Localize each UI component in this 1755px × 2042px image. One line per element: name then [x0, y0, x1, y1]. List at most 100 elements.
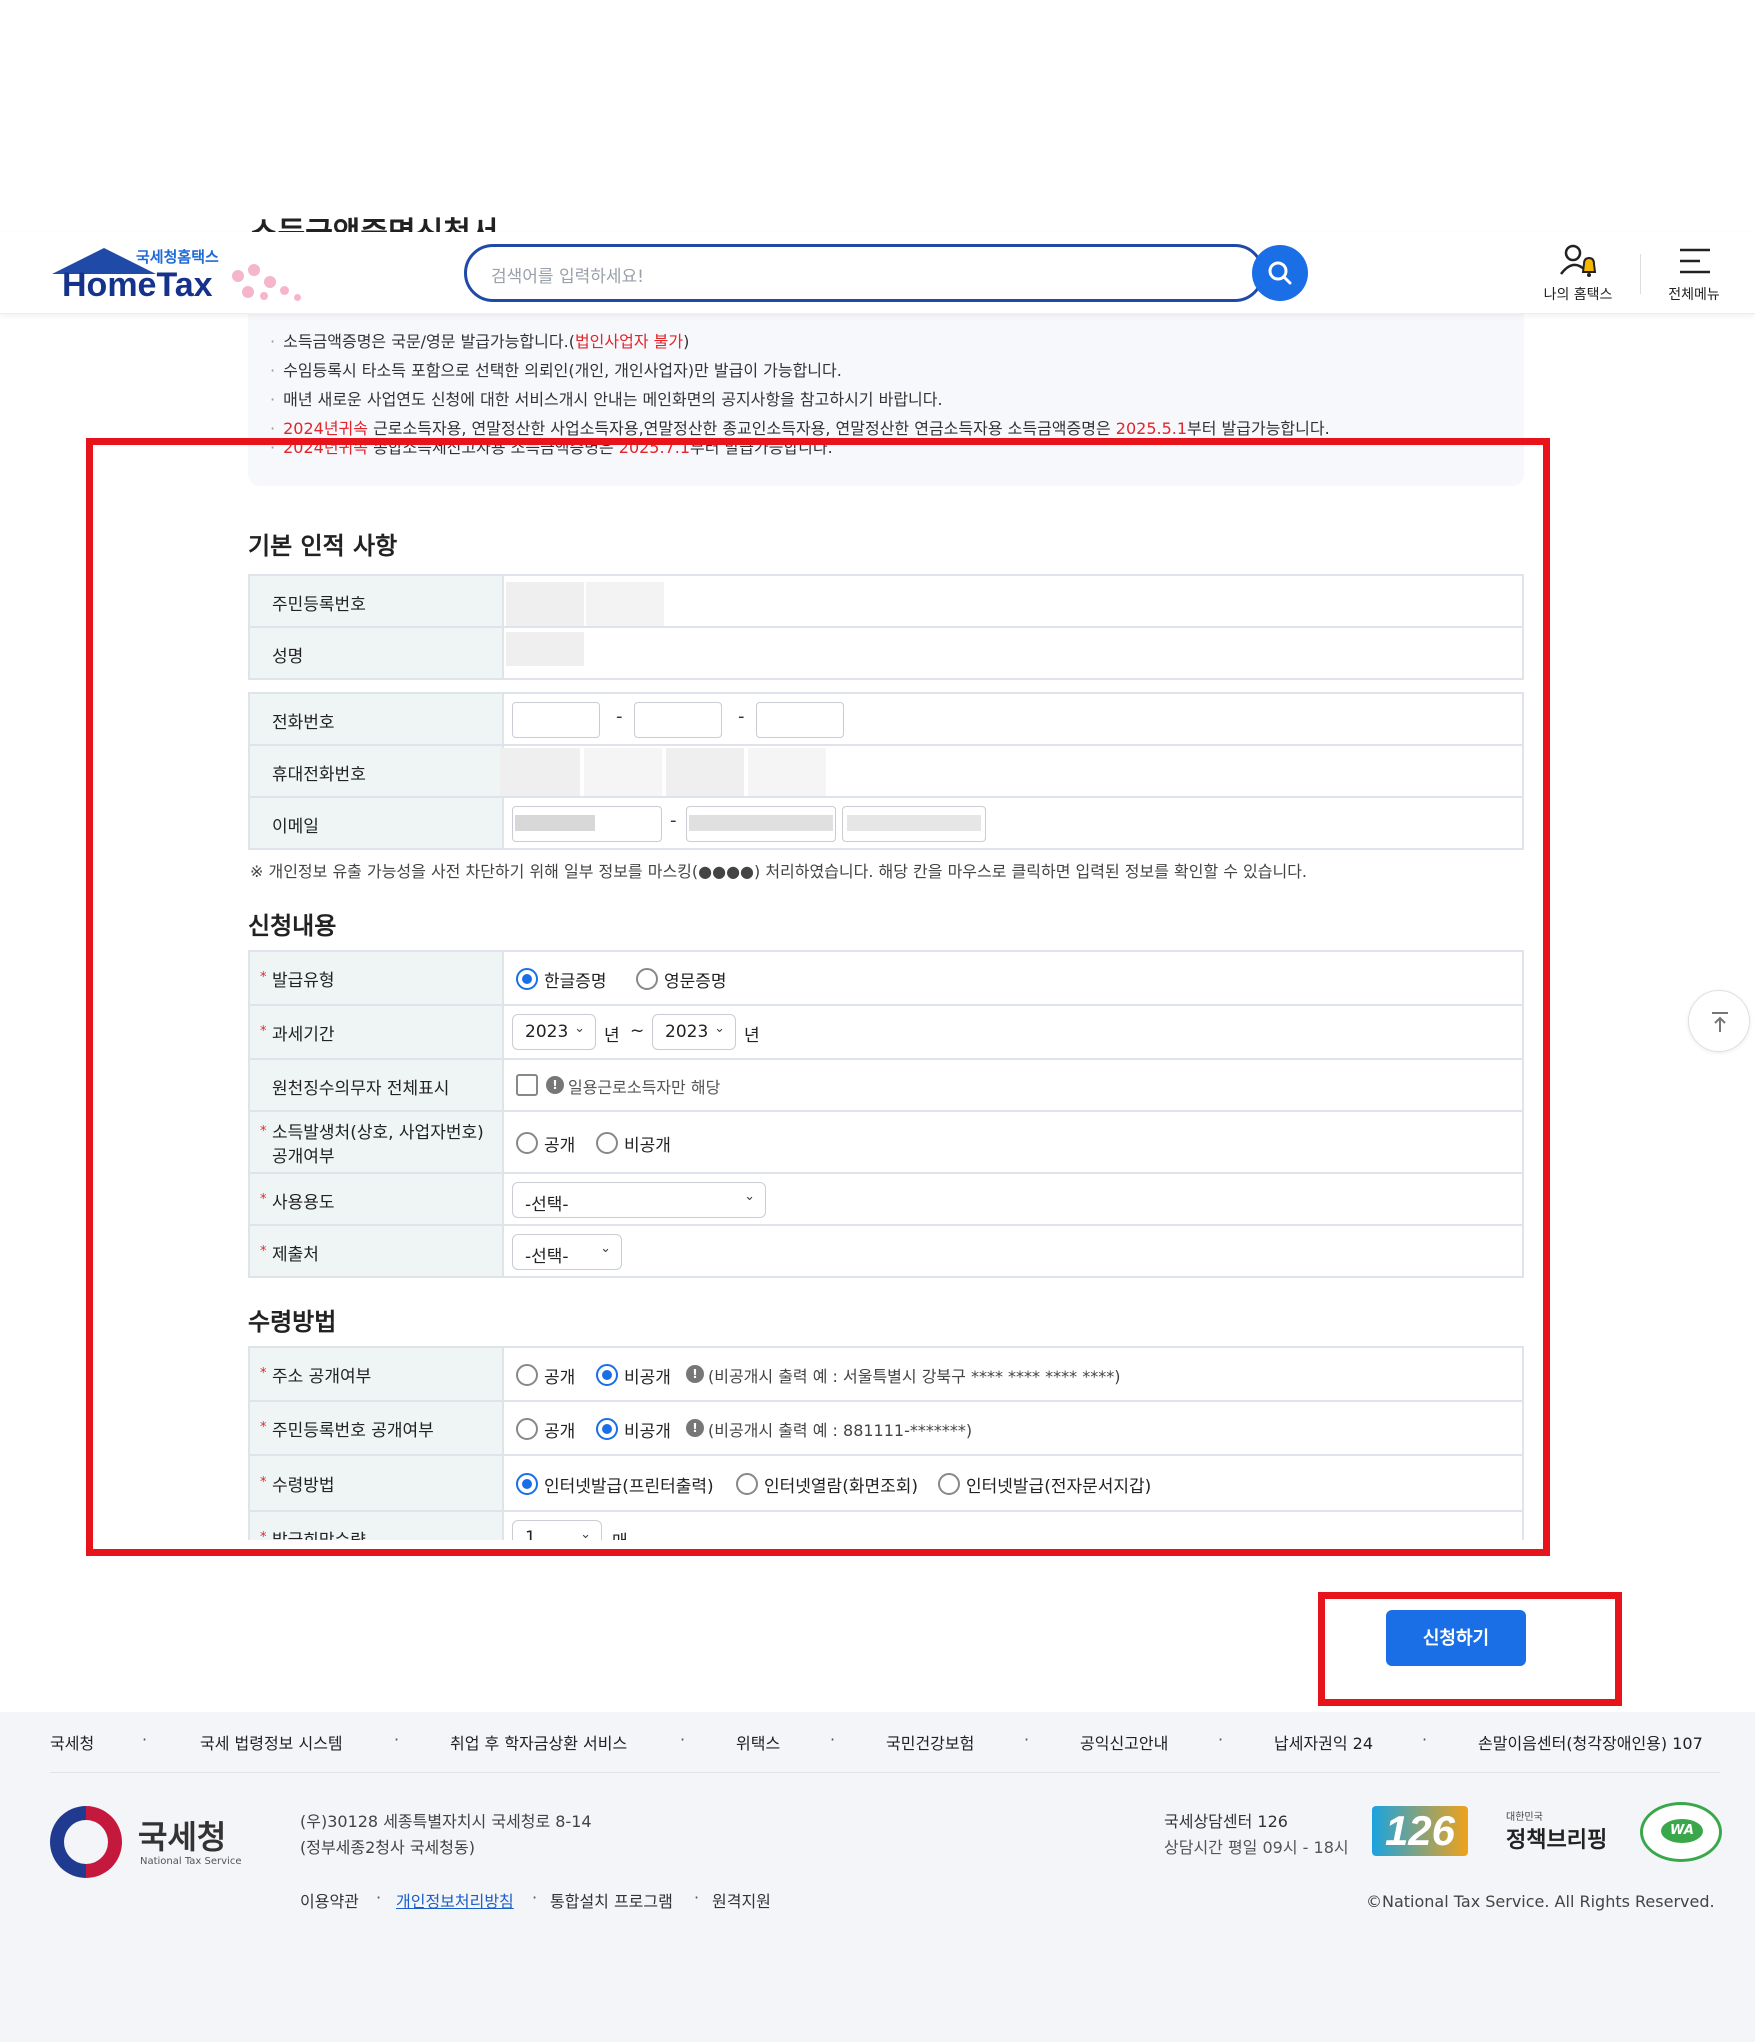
search-input[interactable]: 검색어를 입력하세요! — [464, 244, 1264, 302]
required-mark: * — [260, 1530, 267, 1540]
footer-link[interactable]: 공익신고안내 — [1080, 1730, 1168, 1754]
apply-content-table: * 발급유형 한글증명 영문증명 * 과세기간 2023 ⌄ 년 ~ 2023 ⌄ 년 … — [248, 950, 1524, 1278]
table-row: * 사용용도 -선택- ⌄ — [248, 1174, 1524, 1226]
policy-briefing-logo[interactable]: 대한민국 정책브리핑 — [1504, 1808, 1614, 1858]
rrn-masked-value — [506, 582, 584, 626]
submit-to-select[interactable]: -선택- ⌄ — [512, 1234, 622, 1270]
notice-line: · 소득금액증명은 국문/영문 발급가능합니다.(법인사업자 불가) — [270, 332, 690, 351]
usage-select[interactable]: -선택- ⌄ — [512, 1182, 766, 1218]
receive-method-table: * 주소 공개여부 공개 비공개 ! (비공개시 출력 예 : 서울특별시 강북구… — [248, 1346, 1524, 1540]
remote-support-link[interactable]: 원격지원 — [712, 1888, 771, 1912]
notice-line: · 수임등록시 타소득 포함으로 선택한 의뢰인(개인, 개인사업자)만 발급이 … — [270, 361, 842, 380]
footer-divider — [50, 1772, 1720, 1773]
private-label: 비공개 — [624, 1136, 671, 1156]
table-row: 전화번호 - - — [248, 694, 1524, 746]
mobile-masked-field[interactable] — [500, 748, 580, 796]
blank-area — [0, 0, 1755, 232]
radio-internet-print[interactable] — [516, 1473, 538, 1495]
phone-dash: - — [738, 706, 745, 727]
table-row: 이메일 - — [248, 798, 1524, 850]
radio-address-public[interactable] — [516, 1364, 538, 1386]
mobile-masked-field[interactable] — [748, 748, 826, 796]
year-unit: 년 — [604, 1026, 620, 1046]
email-domain-field[interactable] — [686, 806, 836, 842]
required-mark: * — [260, 1420, 267, 1435]
badge-126-logo[interactable]: 126 — [1372, 1806, 1468, 1856]
radio-internet-view[interactable] — [736, 1473, 758, 1495]
korean-label: 한글증명 — [544, 972, 607, 992]
apply-content-title: 신청내용 — [248, 912, 337, 940]
radio-rrn-private[interactable] — [596, 1418, 618, 1440]
phone-field-2[interactable] — [634, 702, 722, 738]
privacy-policy-link[interactable]: 개인정보처리방침 — [396, 1888, 514, 1912]
nts-name: 국세청 — [138, 1818, 227, 1856]
mobile-label: 휴대전화번호 — [272, 765, 366, 785]
required-mark: * — [260, 1024, 267, 1039]
footer-link[interactable]: 위택스 — [736, 1730, 780, 1754]
radio-source-public[interactable] — [516, 1132, 538, 1154]
copies-label: 발급희망수량 — [272, 1526, 366, 1540]
receive-method-title: 수령방법 — [248, 1308, 337, 1336]
rrn-public-label: 주민등록번호 공개여부 — [272, 1421, 434, 1441]
footer-link[interactable]: 국세 법령정보 시스템 — [200, 1730, 343, 1754]
footer-link[interactable]: 손말이음센터(청각장애인용) 107 — [1478, 1730, 1703, 1754]
address-public-label: 주소 공개여부 — [272, 1367, 372, 1387]
email-label: 이메일 — [272, 817, 319, 837]
my-hometax-button[interactable]: 나의 홈택스 — [1532, 242, 1624, 306]
radio-english[interactable] — [636, 968, 658, 990]
scroll-to-top-button[interactable] — [1688, 990, 1750, 1052]
public-label: 공개 — [544, 1136, 576, 1156]
footer-link[interactable]: 국민건강보험 — [886, 1730, 974, 1754]
footer-link[interactable]: 취업 후 학자금상환 서비스 — [450, 1730, 627, 1754]
phone-label: 전화번호 — [272, 713, 335, 733]
email-domain-select[interactable] — [842, 806, 986, 842]
notice-box: · 소득금액증명은 국문/영문 발급가능합니다.(법인사업자 불가) · 수임등록시… — [248, 314, 1524, 486]
table-row: 휴대전화번호 — [248, 746, 1524, 798]
income-source-label-2: 공개여부 — [272, 1147, 335, 1167]
year-to-select[interactable]: 2023 ⌄ — [652, 1014, 736, 1050]
name-label: 성명 — [272, 647, 304, 667]
mobile-masked-field[interactable] — [666, 748, 744, 796]
radio-korean[interactable] — [516, 968, 538, 990]
address-line-2: (정부세종2청사 국세청동) — [300, 1838, 475, 1857]
address-private-example: (비공개시 출력 예 : 서울특별시 강북구 **** **** **** **… — [708, 1367, 1121, 1386]
copies-select[interactable]: 1 ⌄ — [512, 1520, 602, 1540]
web-accessibility-badge[interactable]: WA — [1640, 1802, 1722, 1862]
table-row: 원천징수의무자 전체표시 ! 일용근로소득자만 해당 — [248, 1060, 1524, 1112]
phone-field-1[interactable] — [512, 702, 600, 738]
taegeuk-icon — [50, 1806, 122, 1878]
phone-field-3[interactable] — [756, 702, 844, 738]
search-button[interactable] — [1252, 245, 1308, 301]
public-label: 공개 — [544, 1422, 576, 1442]
all-menu-button[interactable]: 전체메뉴 — [1648, 242, 1740, 306]
radio-internet-wallet[interactable] — [938, 1473, 960, 1495]
email-id-field[interactable] — [512, 806, 662, 842]
daily-worker-note: 일용근로소득자만 해당 — [568, 1078, 721, 1097]
table-row: * 제출처 -선택- ⌄ — [248, 1226, 1524, 1278]
apply-button[interactable]: 신청하기 — [1386, 1610, 1526, 1666]
usage-label: 사용용도 — [272, 1193, 335, 1213]
footer-link[interactable]: 국세청 — [50, 1730, 94, 1754]
withholder-checkbox[interactable] — [516, 1074, 538, 1096]
arrow-up-icon — [1712, 1012, 1728, 1032]
header-divider — [1640, 254, 1641, 294]
radio-address-private[interactable] — [596, 1364, 618, 1386]
internet-wallet-label: 인터넷발급(전자문서지갑) — [966, 1477, 1152, 1497]
radio-rrn-public[interactable] — [516, 1418, 538, 1440]
terms-link[interactable]: 이용약관 — [300, 1888, 359, 1912]
chevron-down-icon: ⌄ — [574, 1021, 585, 1036]
table-row: * 발급희망수량 1⌄ 매 — [248, 1512, 1524, 1540]
chevron-down-icon: ⌄ — [744, 1189, 755, 1204]
year-from-select[interactable]: 2023 ⌄ — [512, 1014, 596, 1050]
copyright: ©National Tax Service. All Rights Reserv… — [1366, 1892, 1715, 1911]
radio-source-private[interactable] — [596, 1132, 618, 1154]
public-label: 공개 — [544, 1368, 576, 1388]
mobile-masked-field[interactable] — [584, 748, 662, 796]
private-label: 비공개 — [624, 1422, 671, 1442]
table-row: * 주소 공개여부 공개 비공개 ! (비공개시 출력 예 : 서울특별시 강북구… — [248, 1348, 1524, 1402]
hometax-logo[interactable]: 국세청홈택스 HomeTax — [48, 244, 328, 306]
install-program-link[interactable]: 통합설치 프로그램 — [550, 1888, 673, 1912]
footer-link[interactable]: 납세자권익 24 — [1274, 1730, 1373, 1754]
year-unit: 년 — [744, 1026, 760, 1046]
basic-info-table: 주민등록번호 성명 — [248, 574, 1524, 680]
